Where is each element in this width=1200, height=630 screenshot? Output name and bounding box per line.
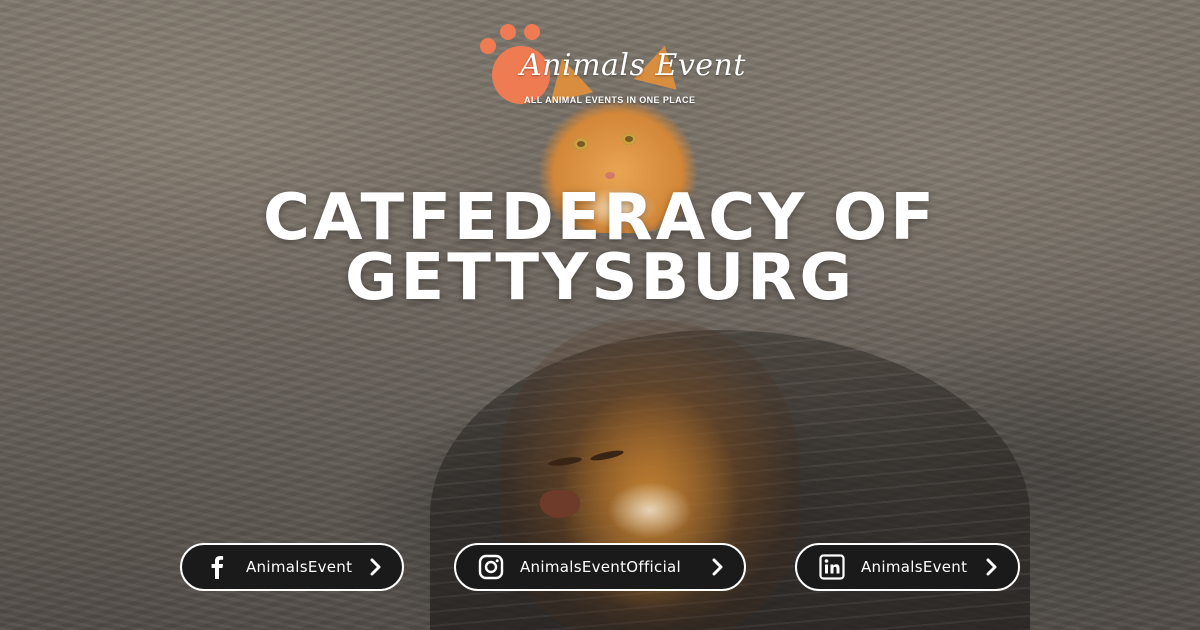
linkedin-icon: [819, 554, 845, 580]
lion-nose: [540, 490, 580, 518]
kitten-eye-left: [574, 138, 588, 150]
facebook-icon: [204, 554, 230, 580]
linkedin-handle: AnimalsEvent: [861, 558, 968, 576]
facebook-link[interactable]: AnimalsEvent: [180, 543, 404, 591]
kitten-nose: [605, 172, 615, 179]
logo-tagline: ALL ANIMAL EVENTS IN ONE PLACE: [524, 95, 696, 105]
facebook-handle: AnimalsEvent: [246, 558, 353, 576]
event-title-line-1: CATFEDERACY OF: [263, 181, 937, 255]
instagram-link[interactable]: AnimalsEventOfficial: [454, 543, 746, 591]
event-title-line-2: GETTYSBURG: [344, 241, 856, 315]
instagram-handle: AnimalsEventOfficial: [520, 558, 682, 576]
paw-toe: [524, 24, 540, 40]
linkedin-link[interactable]: AnimalsEvent: [795, 543, 1020, 591]
banner: Animals Event ALL ANIMAL EVENTS IN ONE P…: [0, 0, 1200, 630]
chevron-right-icon: [710, 558, 726, 576]
chevron-right-icon: [368, 558, 384, 576]
paw-toe: [480, 38, 496, 54]
instagram-icon: [478, 554, 504, 580]
event-title: CATFEDERACY OF GETTYSBURG: [0, 181, 1200, 315]
logo-title: Animals Event: [520, 48, 746, 83]
kitten-eye-right: [622, 133, 636, 145]
chevron-right-icon: [984, 558, 1000, 576]
paw-toe: [500, 24, 516, 40]
